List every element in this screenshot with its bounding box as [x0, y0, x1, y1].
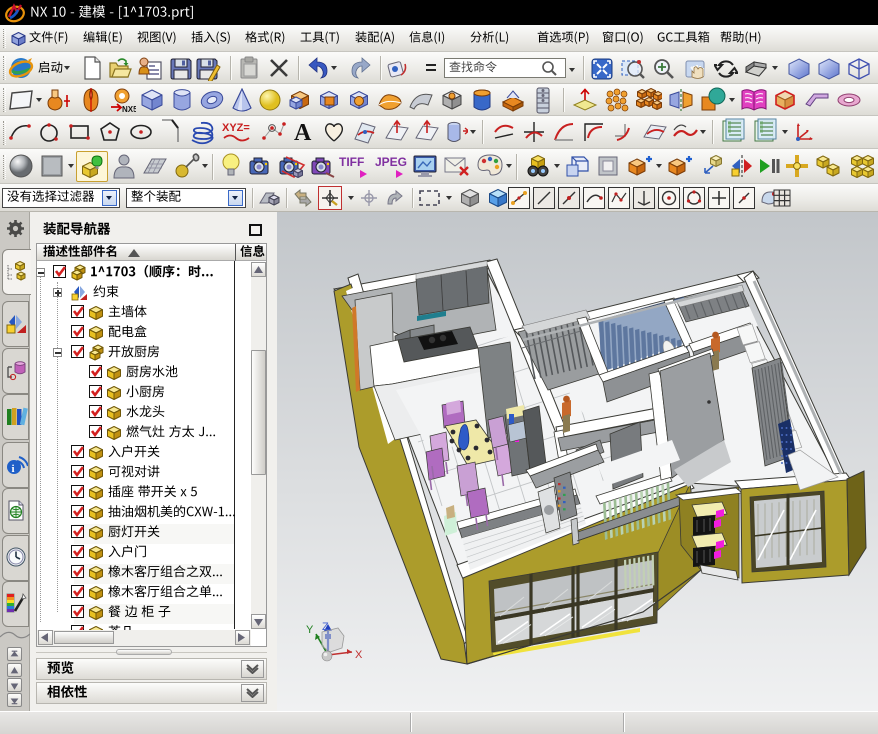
svg-text:NX5: NX5 [122, 105, 136, 114]
svg-text:XYZ=: XYZ= [222, 122, 250, 134]
svg-text:JPEG: JPEG [375, 155, 407, 169]
svg-text:i: i [12, 463, 15, 475]
svg-text:A: A [294, 120, 312, 145]
svg-text:X: X [355, 649, 363, 661]
svg-text:TIFF: TIFF [339, 155, 364, 169]
svg-text:Y: Y [306, 624, 314, 636]
